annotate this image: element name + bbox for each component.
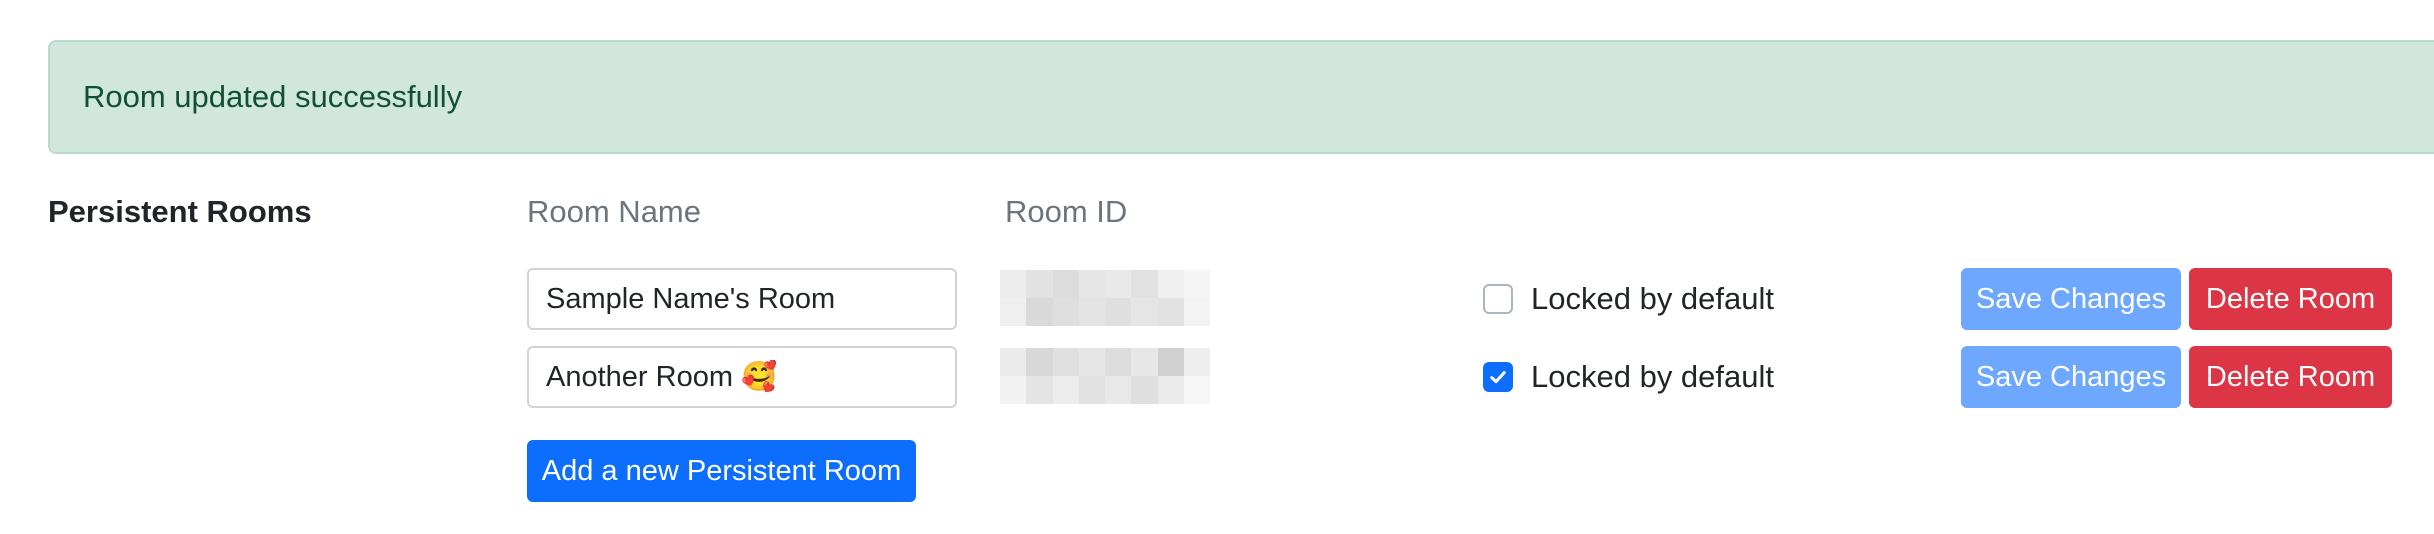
save-changes-button[interactable]: Save Changes [1961,346,2181,408]
room-name-input[interactable] [527,346,957,408]
locked-label: Locked by default [1531,281,1775,316]
locked-by-default-control[interactable]: Locked by default [1483,268,1774,330]
success-alert: Room updated successfully [48,40,2434,154]
check-icon [1490,371,1506,384]
locked-checkbox[interactable] [1483,284,1513,314]
delete-room-button[interactable]: Delete Room [2189,346,2392,408]
room-id-redacted [1000,270,1210,326]
alert-message: Room updated successfully [83,79,463,114]
room-id-redacted [1000,348,1210,404]
delete-room-button[interactable]: Delete Room [2189,268,2392,330]
room-row: Locked by default Save Changes Delete Ro… [0,268,2434,330]
room-name-input[interactable] [527,268,957,330]
add-persistent-room-button[interactable]: Add a new Persistent Room [527,440,916,502]
locked-label: Locked by default [1531,359,1775,394]
room-row: Locked by default Save Changes Delete Ro… [0,346,2434,408]
locked-checkbox[interactable] [1483,362,1513,392]
section-title: Persistent Rooms [48,194,312,229]
column-header-room-id: Room ID [1005,194,1128,229]
locked-by-default-control[interactable]: Locked by default [1483,346,1774,408]
column-header-room-name: Room Name [527,194,701,229]
save-changes-button[interactable]: Save Changes [1961,268,2181,330]
